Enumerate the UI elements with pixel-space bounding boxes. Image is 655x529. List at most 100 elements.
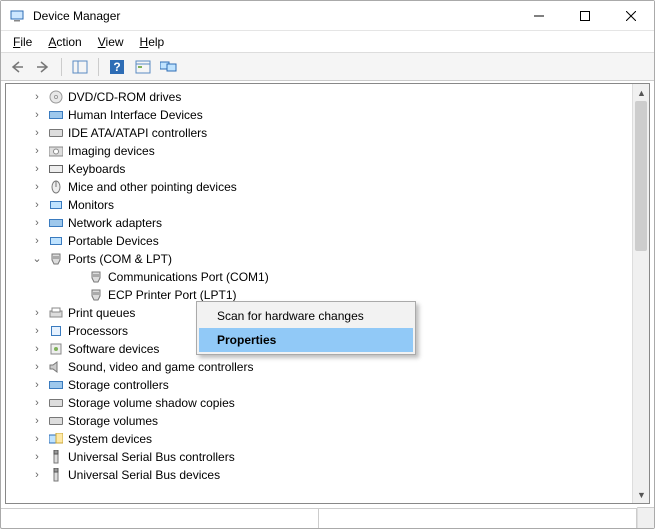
software-icon <box>48 341 64 357</box>
tree-node-label: Storage volume shadow copies <box>68 396 235 410</box>
monitors-icon <box>160 60 178 74</box>
tree-node[interactable]: ›System devices <box>10 430 632 448</box>
tree-node[interactable]: ⌄ Ports (COM & LPT) <box>10 250 632 268</box>
menubar: File Action View Help <box>1 31 654 53</box>
disc-icon <box>48 89 64 105</box>
tree-node[interactable]: ›Universal Serial Bus controllers <box>10 448 632 466</box>
tree-node[interactable]: › Network adapters <box>10 214 632 232</box>
vertical-scrollbar[interactable]: ▲ ▼ <box>632 84 649 503</box>
tree-node[interactable]: › Imaging devices <box>10 142 632 160</box>
chevron-right-icon[interactable]: › <box>30 434 44 445</box>
tree-node[interactable]: › Sound, video and game controllers <box>10 358 632 376</box>
tree-node-label: Portable Devices <box>68 234 159 248</box>
context-menu-item[interactable]: Scan for hardware changes <box>199 304 413 328</box>
tree-node[interactable]: › Storage volume shadow copies <box>10 394 632 412</box>
chevron-right-icon[interactable]: › <box>30 344 44 355</box>
chevron-right-icon[interactable]: › <box>30 452 44 463</box>
tree-node-label: Universal Serial Bus devices <box>68 468 220 482</box>
tree-node-label: Ports (COM & LPT) <box>68 252 172 266</box>
chevron-right-icon[interactable]: › <box>30 326 44 337</box>
tree-node-label: Software devices <box>68 342 159 356</box>
chevron-right-icon[interactable]: › <box>30 128 44 139</box>
arrow-right-icon <box>35 60 51 74</box>
mouse-icon <box>48 179 64 195</box>
chevron-right-icon[interactable]: › <box>30 236 44 247</box>
chevron-right-icon[interactable]: › <box>30 110 44 121</box>
menu-action[interactable]: Action <box>42 33 87 51</box>
toolbar-forward-button[interactable] <box>31 56 55 78</box>
chevron-right-icon[interactable]: › <box>30 182 44 193</box>
window-title: Device Manager <box>33 9 516 23</box>
chevron-right-icon[interactable]: › <box>30 164 44 175</box>
close-button[interactable] <box>608 1 654 31</box>
usb-icon <box>48 449 64 465</box>
toolbar-separator <box>61 58 62 76</box>
properties-icon <box>135 60 151 74</box>
tree-node-label: Monitors <box>68 198 114 212</box>
chevron-right-icon[interactable]: › <box>30 92 44 103</box>
toolbar-help-button[interactable]: ? <box>105 56 129 78</box>
tree-node[interactable]: › Universal Serial Bus devices <box>10 466 632 484</box>
shadow-icon <box>48 395 64 411</box>
tree-node[interactable]: ›Storage volumes <box>10 412 632 430</box>
tree-node[interactable]: › Portable Devices <box>10 232 632 250</box>
tree-node-label: IDE ATA/ATAPI controllers <box>68 126 207 140</box>
tree-node[interactable]: › Mice and other pointing devices <box>10 178 632 196</box>
tree-node-label: Human Interface Devices <box>68 108 203 122</box>
port-icon <box>88 269 104 285</box>
statusbar-pane <box>1 509 319 528</box>
toolbar-properties-button[interactable] <box>131 56 155 78</box>
chevron-right-icon[interactable]: › <box>30 380 44 391</box>
chevron-right-icon[interactable]: › <box>30 218 44 229</box>
tree-node-label: Mice and other pointing devices <box>68 180 237 194</box>
context-menu: Scan for hardware changesProperties <box>196 301 416 355</box>
chevron-right-icon[interactable]: › <box>30 416 44 427</box>
chevron-right-icon[interactable]: › <box>30 470 44 481</box>
device-tree[interactable]: › DVD/CD-ROM drives › Human Interface Devic… <box>6 84 632 503</box>
toolbar-back-button[interactable] <box>5 56 29 78</box>
chevron-right-icon[interactable]: › <box>30 146 44 157</box>
tree-node-label: Keyboards <box>68 162 125 176</box>
chevron-right-icon[interactable]: › <box>30 200 44 211</box>
svg-text:?: ? <box>113 60 120 74</box>
toolbar-tree-button[interactable] <box>68 56 92 78</box>
tree-node-label: Sound, video and game controllers <box>68 360 253 374</box>
tree-node[interactable]: › Keyboards <box>10 160 632 178</box>
scroll-down-icon[interactable]: ▼ <box>633 486 650 503</box>
chevron-right-icon[interactable]: › <box>30 308 44 319</box>
usb-icon <box>48 467 64 483</box>
statusbar-pane <box>319 509 637 528</box>
context-menu-item[interactable]: Properties <box>199 328 413 352</box>
menu-view[interactable]: View <box>92 33 130 51</box>
system-icon <box>48 431 64 447</box>
chevron-down-icon[interactable]: ⌄ <box>30 254 44 265</box>
toolbar-scan-button[interactable] <box>157 56 181 78</box>
tree-node-label: DVD/CD-ROM drives <box>68 90 181 104</box>
tree-node[interactable]: Communications Port (COM1) <box>30 268 632 286</box>
port-icon <box>88 287 104 303</box>
tree-node[interactable]: › Monitors <box>10 196 632 214</box>
scroll-thumb[interactable] <box>635 101 647 251</box>
tree-node[interactable]: › IDE ATA/ATAPI controllers <box>10 124 632 142</box>
minimize-button[interactable] <box>516 1 562 31</box>
window-controls <box>516 1 654 31</box>
tree-node-label: Imaging devices <box>68 144 155 158</box>
scroll-up-icon[interactable]: ▲ <box>633 84 650 101</box>
tree-node[interactable]: › Storage controllers <box>10 376 632 394</box>
menu-help[interactable]: Help <box>134 33 171 51</box>
hid-icon <box>48 107 64 123</box>
tree-node[interactable]: › DVD/CD-ROM drives <box>10 88 632 106</box>
resize-grip[interactable] <box>637 507 654 528</box>
menu-file[interactable]: File <box>7 33 38 51</box>
statusbar <box>1 508 637 528</box>
ide-icon <box>48 125 64 141</box>
tree-node-label: Network adapters <box>68 216 162 230</box>
tree-node[interactable]: › Human Interface Devices <box>10 106 632 124</box>
volume-icon <box>48 413 64 429</box>
tree-node-label: Storage controllers <box>68 378 169 392</box>
chevron-right-icon[interactable]: › <box>30 398 44 409</box>
maximize-button[interactable] <box>562 1 608 31</box>
toolbar-separator <box>98 58 99 76</box>
chevron-right-icon[interactable]: › <box>30 362 44 373</box>
arrow-left-icon <box>9 60 25 74</box>
